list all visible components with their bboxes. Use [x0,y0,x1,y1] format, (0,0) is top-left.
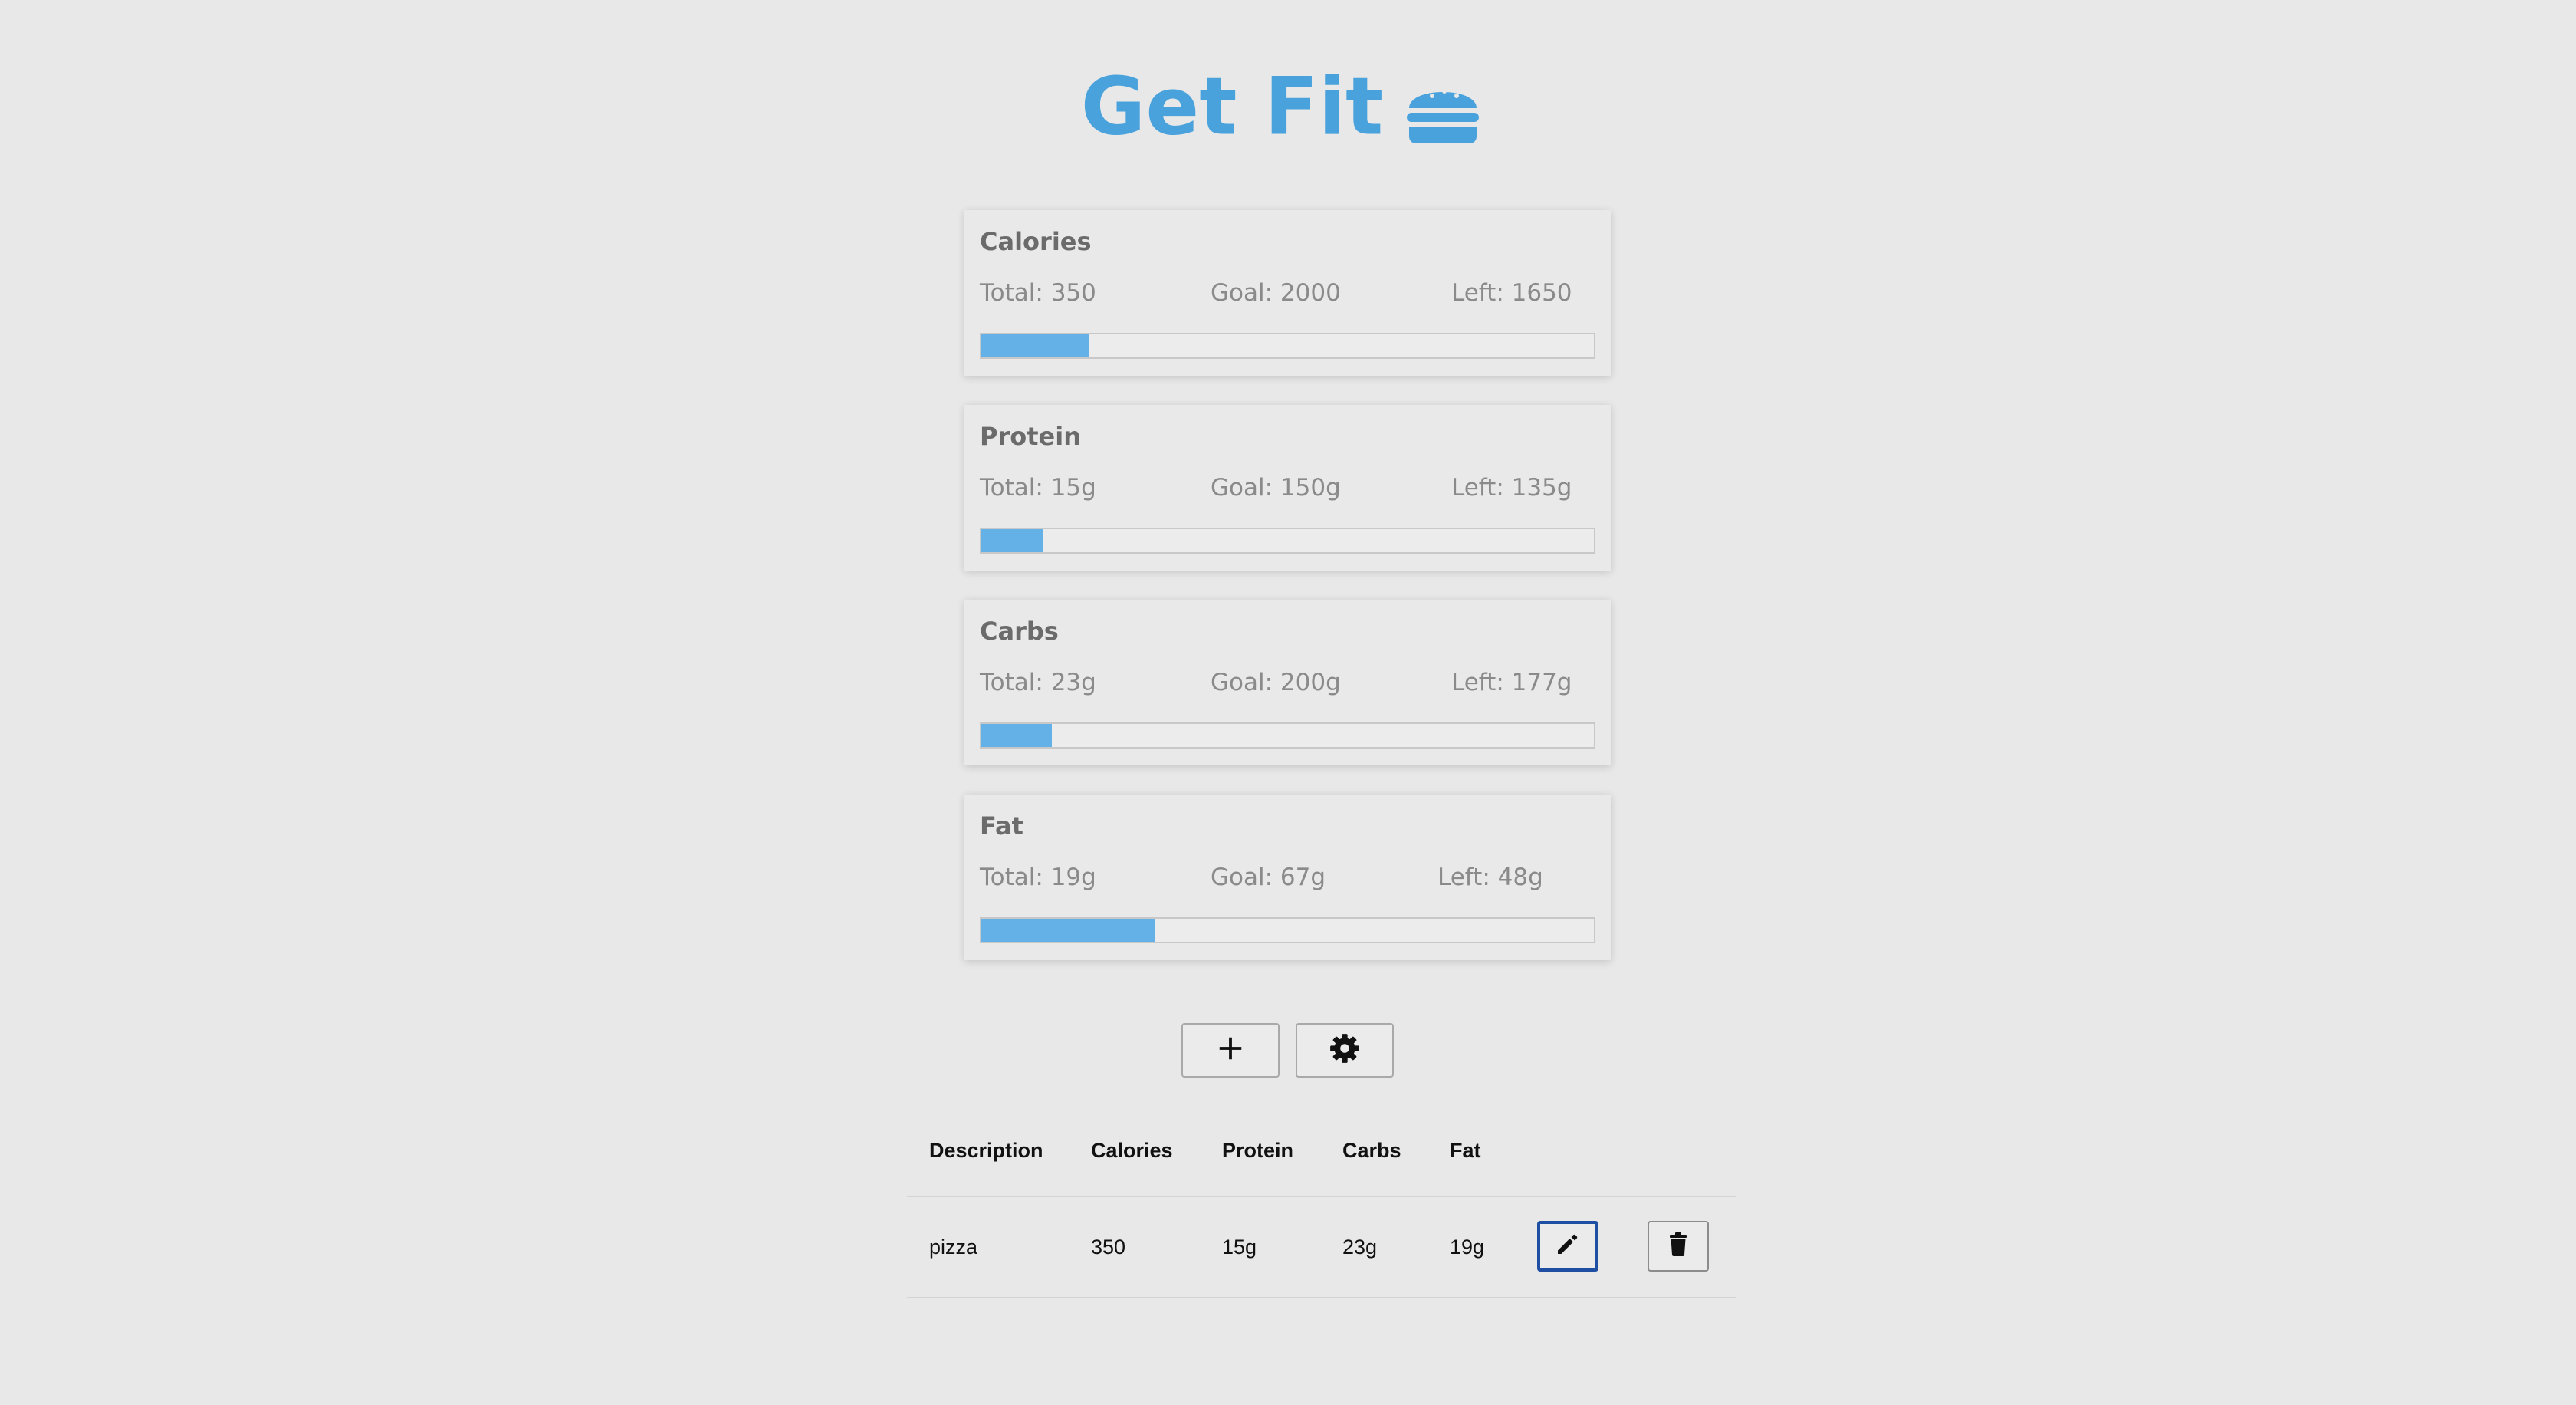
fat-goal: Goal: 67g [1211,864,1326,891]
protein-progress-fill [981,529,1043,552]
row-fat: 19g [1450,1236,1485,1259]
calories-goal: Goal: 2000 [1211,279,1341,307]
row-protein: 15g [1222,1236,1257,1259]
carbs-progress-bar [980,722,1595,749]
carbs-progress-fill [981,724,1052,747]
calories-left: Left: 1650 [1451,279,1572,307]
pencil-icon [1552,1229,1583,1265]
fat-progress-bar [980,917,1595,943]
protein-progress-bar [980,528,1595,554]
hamburger-icon [1405,70,1481,143]
gear-icon [1329,1032,1361,1068]
row-description: pizza [929,1236,978,1259]
header-fat: Fat [1450,1139,1481,1162]
card-title: Calories [980,227,1092,256]
delete-button[interactable] [1648,1221,1709,1272]
carbs-total: Total: 23g [980,669,1096,696]
carbs-left: Left: 177g [1451,669,1572,696]
trash-icon [1663,1229,1694,1265]
add-food-button[interactable] [1181,1023,1280,1078]
carbs-goal: Goal: 200g [1211,669,1341,696]
fat-progress-fill [981,919,1155,942]
fat-card: Fat Total: 19g Goal: 67g Left: 48g [964,795,1611,960]
calories-progress-fill [981,334,1089,357]
card-title: Carbs [980,617,1059,646]
protein-total: Total: 15g [980,474,1096,502]
row-calories: 350 [1091,1236,1126,1259]
table-header: Description Calories Protein Carbs Fat [907,1110,1736,1197]
header-calories: Calories [1091,1139,1173,1162]
edit-button[interactable] [1537,1221,1598,1272]
fat-total: Total: 19g [980,864,1096,891]
table-row: pizza 350 15g 23g 19g [907,1197,1736,1298]
app-title-text: Get Fit [1080,61,1384,153]
header-protein: Protein [1222,1139,1294,1162]
calories-progress-bar [980,333,1595,359]
fat-left: Left: 48g [1438,864,1543,891]
calories-card: Calories Total: 350 Goal: 2000 Left: 165… [964,210,1611,376]
calories-total: Total: 350 [980,279,1096,307]
food-log-table: Description Calories Protein Carbs Fat p… [907,1110,1736,1298]
row-carbs: 23g [1342,1236,1378,1259]
app-title: Get Fit [0,52,2562,157]
protein-left: Left: 135g [1451,474,1572,502]
protein-goal: Goal: 150g [1211,474,1341,502]
settings-button[interactable] [1296,1023,1394,1078]
header-description: Description [929,1139,1043,1162]
carbs-card: Carbs Total: 23g Goal: 200g Left: 177g [964,600,1611,765]
card-title: Fat [980,811,1024,841]
plus-icon [1216,1034,1245,1067]
card-title: Protein [980,422,1081,451]
header-carbs: Carbs [1342,1139,1401,1162]
protein-card: Protein Total: 15g Goal: 150g Left: 135g [964,405,1611,571]
